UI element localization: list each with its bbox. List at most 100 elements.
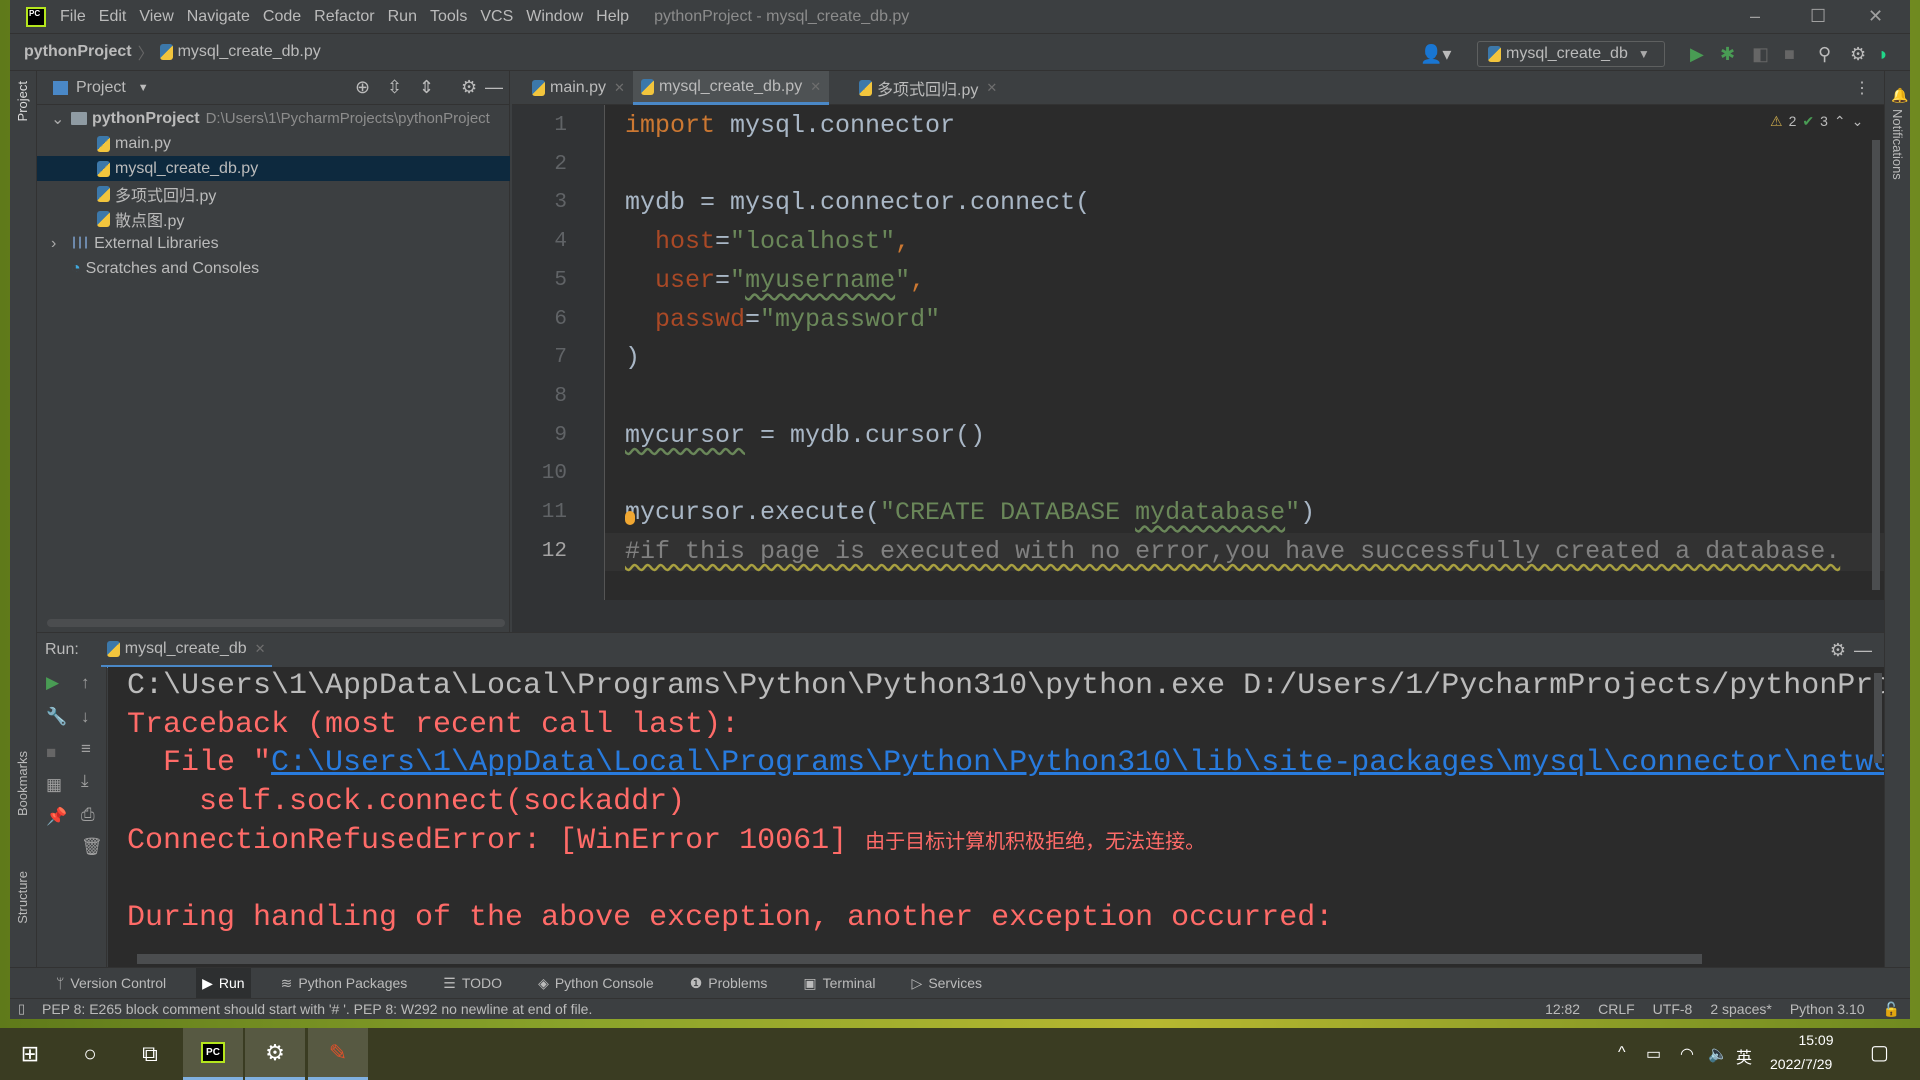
chevron-right-icon[interactable]: › bbox=[51, 235, 71, 253]
arrow-up-icon[interactable]: ↑ bbox=[81, 673, 90, 693]
intention-bulb-icon[interactable] bbox=[625, 511, 635, 525]
gear-icon[interactable]: ⚙ bbox=[461, 77, 477, 98]
file-encoding[interactable]: UTF-8 bbox=[1653, 1001, 1693, 1017]
vertical-scrollbar[interactable] bbox=[1872, 140, 1880, 590]
file-link[interactable]: C:\Users\1\AppData\Local\Programs\Python… bbox=[271, 746, 1884, 780]
run-console[interactable]: C:\Users\1\AppData\Local\Programs\Python… bbox=[108, 667, 1884, 967]
collapse-all-icon[interactable]: ⇕ bbox=[419, 77, 434, 98]
debug-icon[interactable]: ✱ bbox=[1720, 44, 1735, 65]
menu-navigate[interactable]: Navigate bbox=[187, 8, 250, 26]
menu-code[interactable]: Code bbox=[263, 8, 301, 26]
bell-icon[interactable]: 🔔 bbox=[1891, 87, 1908, 104]
gear-icon[interactable]: ⚙ bbox=[1850, 44, 1866, 65]
tree-item[interactable]: main.py bbox=[37, 131, 510, 156]
trash-icon[interactable]: 🗑 bbox=[81, 837, 103, 857]
notifications-tool-button[interactable]: Notifications bbox=[1890, 109, 1905, 180]
indent-setting[interactable]: 2 spaces* bbox=[1710, 1001, 1771, 1017]
menu-refactor[interactable]: Refactor bbox=[314, 8, 374, 26]
action-center-icon[interactable]: ▢ bbox=[1870, 1040, 1889, 1065]
settings-icon[interactable]: ⚙ bbox=[245, 1028, 305, 1080]
status-message[interactable]: PEP 8: E265 block comment should start w… bbox=[42, 1001, 592, 1017]
tool-terminal[interactable]: ▣ Terminal bbox=[797, 968, 881, 999]
vcs-user-icon[interactable]: 👤▾ bbox=[1420, 44, 1451, 65]
close-button[interactable]: ✕ bbox=[1868, 6, 1883, 27]
more-tabs-icon[interactable]: ⋮ bbox=[1854, 78, 1870, 98]
clock-date[interactable]: 2022/7/29 bbox=[1770, 1056, 1832, 1072]
layout-icon[interactable]: ▦ bbox=[46, 775, 62, 795]
python-interpreter[interactable]: Python 3.10 bbox=[1790, 1001, 1865, 1017]
hide-icon[interactable]: — bbox=[1854, 640, 1872, 661]
menu-window[interactable]: Window bbox=[526, 8, 583, 26]
chevron-down-icon[interactable]: ▼ bbox=[138, 82, 149, 94]
menu-vcs[interactable]: VCS bbox=[480, 8, 513, 26]
project-view-selector[interactable]: Project bbox=[76, 79, 126, 97]
task-view-icon[interactable]: ⧉ bbox=[120, 1028, 180, 1080]
chevron-down-icon[interactable]: ⌄ bbox=[1852, 113, 1864, 130]
chevron-down-icon[interactable]: ⌄ bbox=[51, 109, 71, 129]
gear-icon[interactable]: ⚙ bbox=[1830, 640, 1846, 661]
search-icon[interactable]: ⚲ bbox=[1818, 44, 1831, 65]
layout-toggle-icon[interactable]: ▯ bbox=[18, 1001, 25, 1017]
expand-all-icon[interactable]: ⇳ bbox=[387, 77, 402, 98]
close-icon[interactable]: ✕ bbox=[614, 80, 625, 96]
hide-icon[interactable]: — bbox=[485, 77, 503, 98]
wifi-icon[interactable]: ◠ bbox=[1680, 1044, 1694, 1064]
caret-position[interactable]: 12:82 bbox=[1545, 1001, 1580, 1017]
menu-help[interactable]: Help bbox=[596, 8, 629, 26]
bookmarks-tool-button[interactable]: Bookmarks bbox=[15, 751, 30, 816]
tree-item[interactable]: 散点图.py bbox=[37, 206, 510, 231]
tray-chevron-up-icon[interactable]: ^ bbox=[1618, 1044, 1626, 1062]
windows-start-icon[interactable]: ⊞ bbox=[0, 1028, 60, 1080]
tool-run[interactable]: ▶ Run bbox=[196, 967, 251, 999]
run-config-selector[interactable]: mysql_create_db ▼ bbox=[1477, 41, 1665, 67]
breadcrumb-project[interactable]: pythonProject bbox=[24, 43, 132, 61]
tab-main.py[interactable]: main.py ✕ bbox=[524, 71, 633, 105]
menu-edit[interactable]: Edit bbox=[99, 8, 127, 26]
pycharm-taskbar-icon[interactable]: PC bbox=[183, 1028, 243, 1080]
close-icon[interactable]: ✕ bbox=[810, 79, 821, 95]
maximize-button[interactable]: ☐ bbox=[1810, 6, 1826, 27]
project-tool-button[interactable]: Project bbox=[15, 81, 30, 121]
tree-item[interactable]: ⌄ pythonProject D:\Users\1\PycharmProjects… bbox=[37, 106, 510, 131]
soft-wrap-icon[interactable]: ≡ bbox=[81, 739, 91, 759]
line-separator[interactable]: CRLF bbox=[1598, 1001, 1635, 1017]
run-tab[interactable]: mysql_create_db ✕ bbox=[100, 633, 272, 668]
menu-file[interactable]: File bbox=[60, 8, 86, 26]
tab-多项式回归.py[interactable]: 多项式回归.py ✕ bbox=[851, 71, 1005, 105]
tool-problems[interactable]: ❶ Problems bbox=[684, 968, 774, 999]
code-editor[interactable]: 1 2 3 4 5 6 7 8 9 10 11 12 import mysql.connector my… bbox=[512, 105, 1884, 600]
tree-item[interactable]: 多项式回归.py bbox=[37, 181, 510, 206]
clock-time[interactable]: 15:09 bbox=[1786, 1032, 1846, 1048]
lock-icon[interactable]: 🔓 bbox=[1883, 1001, 1900, 1018]
tree-item[interactable]: › ┃┃┃ External Libraries bbox=[37, 231, 510, 256]
pin-icon[interactable]: 📌 bbox=[46, 807, 67, 827]
menu-run[interactable]: Run bbox=[388, 8, 417, 26]
close-icon[interactable]: ✕ bbox=[255, 641, 266, 657]
breadcrumb-file[interactable]: mysql_create_db.py bbox=[178, 43, 321, 61]
battery-icon[interactable]: ▭ bbox=[1646, 1044, 1661, 1064]
menu-tools[interactable]: Tools bbox=[430, 8, 467, 26]
close-icon[interactable]: ✕ bbox=[986, 80, 997, 96]
menu-view[interactable]: View bbox=[139, 8, 173, 26]
rerun-icon[interactable]: ▶ bbox=[46, 673, 59, 693]
print-icon[interactable]: ⎙ bbox=[81, 805, 95, 825]
wrench-icon[interactable]: 🔧 bbox=[46, 707, 67, 727]
tool-python-packages[interactable]: ≋ Python Packages bbox=[275, 968, 414, 999]
vertical-scrollbar[interactable] bbox=[1874, 673, 1882, 763]
arrow-down-icon[interactable]: ↓ bbox=[81, 707, 90, 727]
tool-services[interactable]: ▷ Services bbox=[906, 968, 988, 999]
tool-todo[interactable]: ☰ TODO bbox=[437, 968, 508, 999]
coverage-icon[interactable]: ◧ bbox=[1752, 44, 1769, 65]
horizontal-scrollbar[interactable] bbox=[47, 619, 505, 627]
locate-icon[interactable]: ⊕ bbox=[355, 77, 370, 98]
volume-icon[interactable]: 🔈 bbox=[1708, 1044, 1728, 1064]
tab-mysql_create_db.py[interactable]: mysql_create_db.py ✕ bbox=[633, 71, 830, 105]
tool-version-control[interactable]: ᛘ Version Control bbox=[50, 968, 172, 999]
jetbrains-ai-icon[interactable]: ◗ bbox=[1878, 44, 1889, 65]
stop-icon[interactable]: ■ bbox=[1784, 44, 1795, 65]
tool-python-console[interactable]: ◈ Python Console bbox=[532, 968, 660, 999]
ime-indicator[interactable]: 英 bbox=[1736, 1044, 1752, 1068]
inspection-widget[interactable]: ⚠ 2 ✔ 3 ⌃ ⌄ bbox=[1770, 113, 1863, 130]
tree-item[interactable]: ◔ Scratches and Consoles bbox=[37, 256, 510, 281]
structure-tool-button[interactable]: Structure bbox=[15, 871, 30, 924]
